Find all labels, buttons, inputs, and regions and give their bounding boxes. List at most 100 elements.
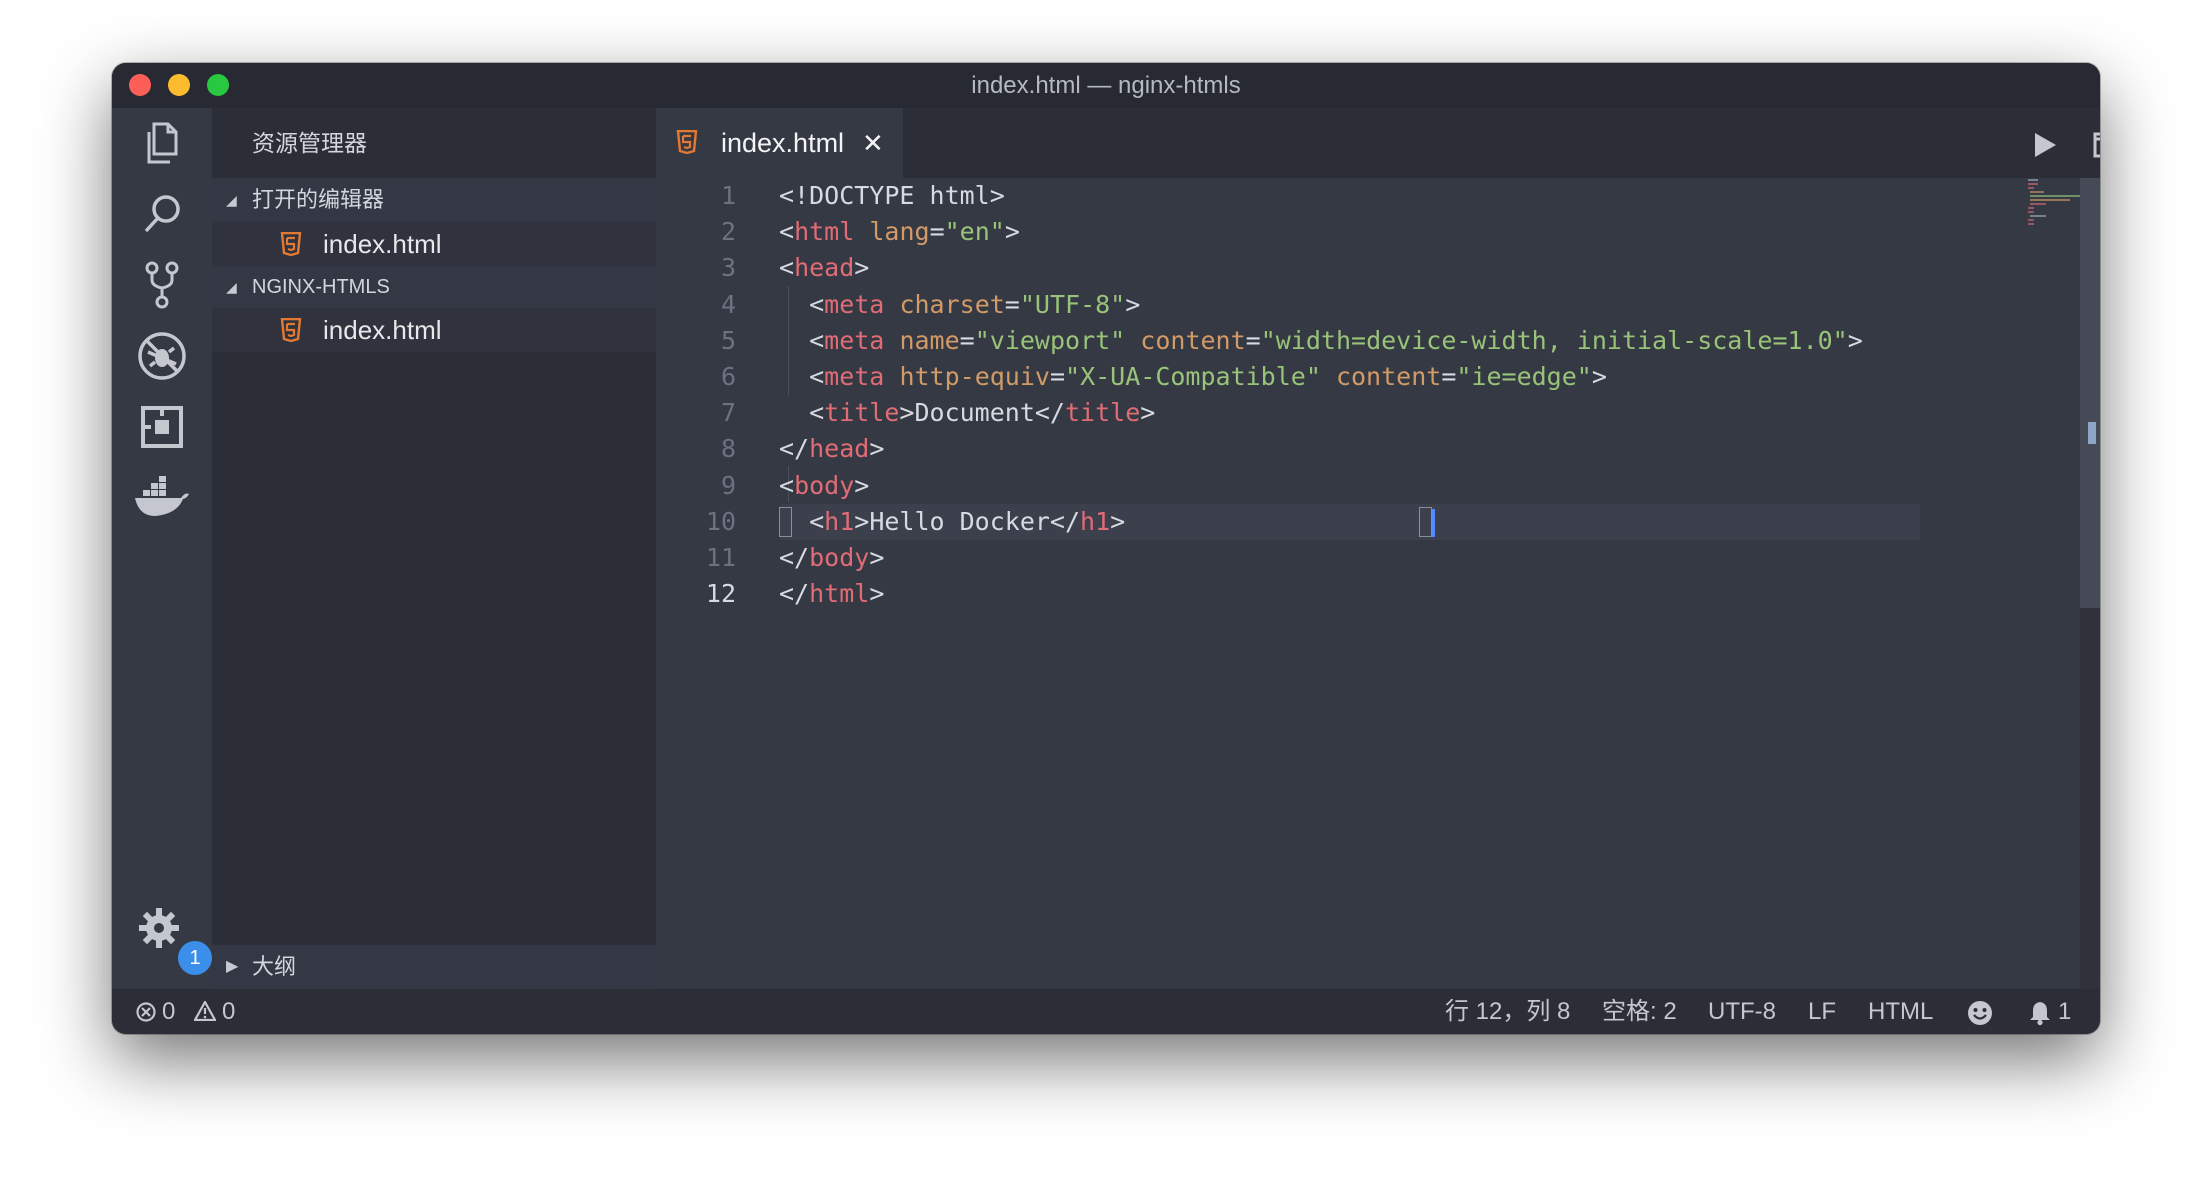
search-icon[interactable] xyxy=(132,184,192,244)
code-line: 11 </body> xyxy=(656,540,1956,576)
scrollbar-thumb[interactable] xyxy=(2080,178,2100,608)
split-editor-icon[interactable] xyxy=(2092,128,2100,162)
code-token: html xyxy=(809,579,870,609)
folder-file[interactable]: index.html xyxy=(212,308,656,352)
html-file-icon xyxy=(676,130,698,154)
code-token: > xyxy=(854,470,870,500)
code-token: < xyxy=(779,470,795,500)
open-editors-label: 打开的编辑器 xyxy=(252,187,385,212)
open-editors-header[interactable]: ◢ 打开的编辑器 xyxy=(212,178,656,222)
code-text: <head> xyxy=(779,250,869,286)
code-text: <body> xyxy=(779,468,869,504)
code-token: < xyxy=(779,325,825,355)
code-token: title xyxy=(1065,398,1141,428)
code-token: = xyxy=(929,217,945,247)
tab-index-html[interactable]: index.html ✕ xyxy=(656,108,903,178)
code-editor[interactable]: 1 <!DOCTYPE html> 2 <html lang="en"> 3 <head>… xyxy=(656,178,2100,989)
code-token: > xyxy=(854,253,870,283)
code-token: </ xyxy=(779,434,810,464)
code-token: = xyxy=(1441,362,1457,391)
code-token: = xyxy=(1049,362,1066,391)
code-token: > xyxy=(1140,398,1156,428)
line-number: 2 xyxy=(720,217,736,247)
error-count[interactable]: 0 xyxy=(162,989,175,1034)
code-token: >Hello Docker</ xyxy=(854,506,1081,536)
html-file-icon xyxy=(280,318,302,342)
code-token: h1 xyxy=(1080,506,1111,536)
line-number: 4 xyxy=(720,289,736,319)
warning-icon[interactable] xyxy=(194,1001,216,1021)
encoding[interactable]: UTF-8 xyxy=(1708,989,1776,1034)
code-token: body xyxy=(809,543,870,572)
code-line: 10 <h1>Hello Docker</h1> xyxy=(656,504,1956,540)
code-line: 2 <html lang="en"> xyxy=(656,214,1956,250)
code-token: meta xyxy=(824,362,885,391)
code-line: 9 <body> xyxy=(656,468,1956,504)
code-text: </head> xyxy=(779,431,884,467)
tab-label: index.html xyxy=(721,128,845,158)
language-mode[interactable]: HTML xyxy=(1868,989,1933,1034)
explorer-sidebar: 资源管理器 ◢ 打开的编辑器 index.html ◢ NGINX-HTMLS … xyxy=(212,108,656,989)
code-line: 1 <!DOCTYPE html> xyxy=(656,178,1956,214)
folder-header[interactable]: ◢ NGINX-HTMLS xyxy=(212,266,656,308)
folder-file-name: index.html xyxy=(323,315,442,345)
line-number: 5 xyxy=(720,325,736,355)
open-editor-file[interactable]: index.html xyxy=(212,222,656,266)
code-token: name xyxy=(899,325,960,355)
code-token: < xyxy=(779,289,825,319)
bracket-match-close xyxy=(1419,507,1432,537)
extensions-icon[interactable] xyxy=(132,397,192,457)
indentation[interactable]: 空格: 2 xyxy=(1602,989,1677,1034)
code-text: <meta name="viewport" content="width=dev… xyxy=(779,323,1863,359)
settings-gear-icon[interactable]: 1 xyxy=(132,901,212,975)
code-token: "width=device-width, initial-scale=1.0" xyxy=(1260,325,1848,355)
code-line: 5 <meta name="viewport" content="width=d… xyxy=(656,323,1956,359)
code-token: > xyxy=(869,579,885,609)
code-token: <!DOCTYPE html> xyxy=(779,181,1005,210)
settings-badge: 1 xyxy=(178,941,212,975)
line-number: 11 xyxy=(705,543,736,572)
line-number: 8 xyxy=(720,434,736,464)
docker-icon[interactable] xyxy=(132,468,192,528)
explorer-icon[interactable] xyxy=(132,113,192,173)
line-number: 3 xyxy=(720,253,736,283)
code-token: "UTF-8" xyxy=(1019,289,1126,319)
error-icon[interactable] xyxy=(136,1002,156,1022)
code-token: "ie=edge" xyxy=(1456,362,1592,391)
line-number: 12 xyxy=(705,579,736,609)
bracket-match-open xyxy=(779,507,792,537)
code-token: meta xyxy=(824,289,885,319)
code-token: >Document</ xyxy=(899,398,1065,428)
code-token: </ xyxy=(779,543,810,572)
folder-label: NGINX-HTMLS xyxy=(252,276,390,298)
code-token: > xyxy=(1125,289,1141,319)
tab-close-icon[interactable]: ✕ xyxy=(862,108,884,178)
run-icon[interactable] xyxy=(2028,128,2062,162)
editor-area: index.html ✕ 1 <!DOCTYPE html> 2 <html lang… xyxy=(656,108,2100,989)
sidebar-title: 资源管理器 xyxy=(252,130,367,156)
code-token: "X-UA-Compatible" xyxy=(1065,362,1321,391)
warning-count[interactable]: 0 xyxy=(222,989,235,1034)
code-token: "viewport" xyxy=(974,325,1126,355)
text-cursor xyxy=(1432,509,1435,537)
html-file-icon xyxy=(280,232,302,256)
debug-icon[interactable] xyxy=(132,326,192,386)
code-token: html xyxy=(794,217,855,247)
end-of-line[interactable]: LF xyxy=(1808,989,1836,1034)
activity-bar: 1 xyxy=(112,108,212,989)
code-text: <h1>Hello Docker</h1> xyxy=(779,504,1125,540)
code-text: <meta http-equiv="X-UA-Compatible" conte… xyxy=(779,359,1607,395)
notification-bell-icon[interactable] xyxy=(2028,1000,2052,1026)
code-token: < xyxy=(779,362,825,391)
line-number: 9 xyxy=(720,470,736,500)
code-text: <html lang="en"> xyxy=(779,214,1020,250)
cursor-position[interactable]: 行 12，列 8 xyxy=(1445,989,1570,1034)
source-control-icon[interactable] xyxy=(132,255,192,315)
notification-count[interactable]: 1 xyxy=(2058,989,2071,1034)
status-bar: 0 0 行 12，列 8 空格: 2 UTF-8 LF HTML 1 xyxy=(112,989,2100,1034)
outline-header[interactable]: ▶ 大纲 xyxy=(212,945,656,989)
feedback-smiley-icon[interactable] xyxy=(1966,999,1994,1027)
code-line: 3 <head> xyxy=(656,250,1956,286)
